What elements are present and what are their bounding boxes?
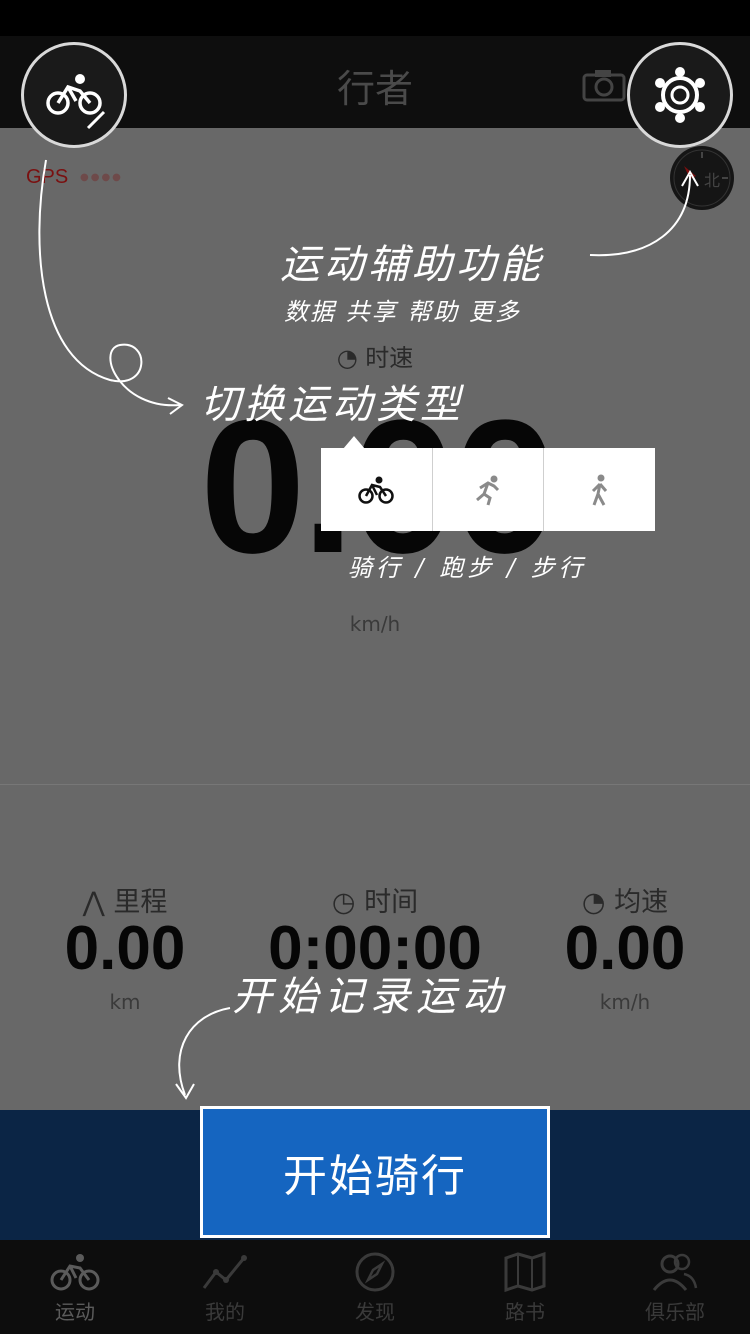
annotation-assist-title: 运动辅助功能 bbox=[280, 242, 544, 288]
tutorial-arrows bbox=[38, 110, 699, 1100]
annotation-switch-type: 切换运动类型 bbox=[200, 382, 464, 428]
annotation-assist-subtitle: 数据 共享 帮助 更多 bbox=[284, 298, 521, 326]
annotation-start-record: 开始记录运动 bbox=[232, 974, 508, 1020]
annotation-sport-names: 骑行 / 跑步 / 步行 bbox=[348, 554, 587, 582]
